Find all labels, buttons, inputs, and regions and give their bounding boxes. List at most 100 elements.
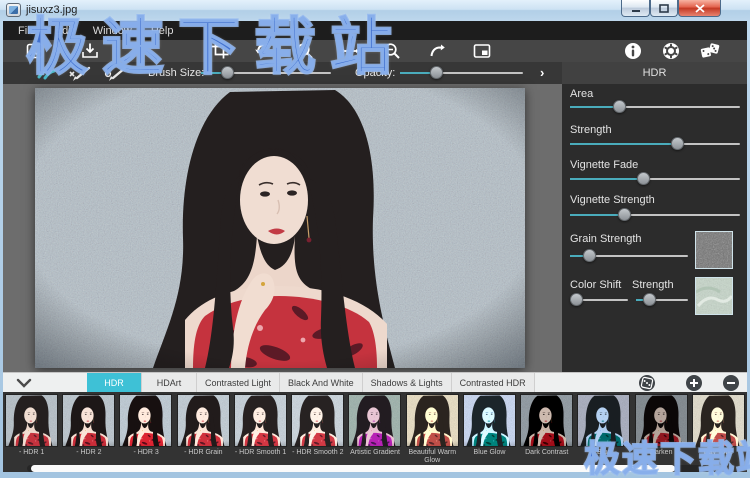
preset-thumbnail[interactable]: [635, 394, 688, 447]
tab-hdart[interactable]: HDArt: [142, 373, 197, 393]
tab-shadows-lights[interactable]: Shadows & Lights: [363, 373, 452, 393]
settings-gear-icon[interactable]: [661, 41, 681, 61]
zoom-in-icon[interactable]: [295, 41, 315, 61]
slider-thumb[interactable]: [643, 293, 656, 306]
panel-header: HDR: [562, 62, 747, 84]
minimize-button[interactable]: [621, 0, 650, 17]
rotate-right-icon[interactable]: [427, 41, 447, 61]
preset-label: - HDR Grain: [175, 449, 232, 457]
preset-thumbnail[interactable]: [291, 394, 344, 447]
zoom-in-presets-icon[interactable]: [686, 375, 702, 391]
menu-item-edit[interactable]: Edit: [55, 25, 74, 37]
grain-texture-preview[interactable]: [695, 231, 733, 269]
preset-label: - HDR 3: [117, 449, 174, 457]
vignette-strength-slider[interactable]: [570, 208, 740, 222]
color-shift-slider[interactable]: [570, 293, 628, 307]
color-shift-label: Color Shift: [570, 279, 621, 291]
slider-thumb[interactable]: [613, 100, 626, 113]
slider-label: Grain Strength: [570, 233, 642, 245]
preset-thumbnail[interactable]: [406, 394, 459, 447]
preset-thumbnail[interactable]: [5, 394, 58, 447]
slider-thumb[interactable]: [671, 137, 684, 150]
preset-thumbnail[interactable]: [62, 394, 115, 447]
smart-brush-icon[interactable]: [103, 64, 129, 82]
preset-item[interactable]: - HDR 3: [117, 392, 174, 462]
preset-label: Beautiful Warm Glow: [404, 449, 461, 465]
preset-thumbnail[interactable]: [520, 394, 573, 447]
preset-item[interactable]: Beautiful Warm Glow: [404, 392, 461, 462]
menu-item-window[interactable]: Window: [93, 25, 132, 37]
preset-thumbnail[interactable]: [692, 394, 745, 447]
menu-item-file[interactable]: File: [18, 25, 36, 37]
crop-icon[interactable]: [210, 41, 230, 61]
move-icon[interactable]: [340, 41, 360, 61]
preset-thumbnail[interactable]: [348, 394, 401, 447]
close-button[interactable]: [678, 0, 721, 17]
preset-item[interactable]: - HDR Smooth 1: [232, 392, 289, 462]
zoom-out-icon[interactable]: [382, 41, 402, 61]
random-dice-icon[interactable]: [700, 41, 720, 61]
preset-thumbnail[interactable]: [463, 394, 516, 447]
preset-item[interactable]: - HDR Smooth 2: [289, 392, 346, 462]
slider-thumb[interactable]: [570, 293, 583, 306]
color-shift-texture-preview[interactable]: [695, 277, 733, 315]
preset-item[interactable]: Blue Glow: [461, 392, 518, 462]
slider-thumb[interactable]: [430, 66, 443, 79]
vignette-fade-slider[interactable]: [570, 172, 740, 186]
preset-thumbnail[interactable]: [119, 394, 172, 447]
info-icon[interactable]: [623, 41, 643, 61]
preset-label: - HDR Smooth 2: [289, 449, 346, 457]
brush-toolbar: Brush Size: Opacity: ›: [3, 62, 562, 84]
rotate-left-icon[interactable]: [253, 41, 273, 61]
brush-size-label: Brush Size:: [148, 67, 204, 79]
maximize-button[interactable]: [650, 0, 678, 17]
tab-contrasted-light[interactable]: Contrasted Light: [197, 373, 280, 393]
preset-thumbnail[interactable]: [234, 394, 287, 447]
canvas-workspace: [3, 84, 562, 372]
color-shift-strength-slider[interactable]: [636, 293, 688, 307]
slider-fill: [570, 214, 624, 216]
random-preset-icon[interactable]: [639, 375, 655, 391]
preset-label: Blue: [575, 449, 632, 457]
preset-item[interactable]: - HDR 2: [60, 392, 117, 462]
chevron-right-icon[interactable]: ›: [540, 65, 544, 80]
preset-item[interactable]: Dark Contrast: [518, 392, 575, 462]
horizontal-scrollbar-thumb[interactable]: [31, 465, 675, 472]
preset-label: Blue Glow: [461, 449, 518, 457]
strength-slider[interactable]: [570, 137, 740, 151]
preset-item[interactable]: Darken: [633, 392, 690, 462]
area-slider[interactable]: [570, 100, 740, 114]
tab-contrasted-hdr[interactable]: Contrasted HDR: [452, 373, 535, 393]
main-photo[interactable]: [35, 88, 525, 368]
preset-label: Darken: [633, 449, 690, 457]
preset-label: - HDR 2: [60, 449, 117, 457]
preset-thumbnail[interactable]: [177, 394, 230, 447]
erase-brush-icon[interactable]: [67, 64, 93, 82]
color-shift-strength-label: Strength: [632, 279, 674, 291]
preset-label: - HDR 1: [3, 449, 60, 457]
preset-thumbnail[interactable]: [577, 394, 630, 447]
slider-thumb[interactable]: [637, 172, 650, 185]
menu-item-help[interactable]: Help: [151, 25, 174, 37]
tab-hdr[interactable]: HDR: [87, 373, 142, 393]
tab-black-and-white[interactable]: Black And White: [280, 373, 363, 393]
preset-item[interactable]: - HDR 1: [3, 392, 60, 462]
brush-size-slider[interactable]: [201, 66, 331, 80]
open-image-icon[interactable]: [25, 41, 45, 61]
import-image-icon[interactable]: [80, 41, 100, 61]
slider-thumb[interactable]: [618, 208, 631, 221]
opacity-slider[interactable]: [400, 66, 523, 80]
adjustments-panel: Area Strength Vignette Fade Vignette Str…: [562, 84, 747, 372]
preset-item[interactable]: Artistic Gradient: [346, 392, 403, 462]
slider-thumb[interactable]: [583, 249, 596, 262]
slider-thumb[interactable]: [221, 66, 234, 79]
preset-item[interactable]: Blue: [575, 392, 632, 462]
preset-item[interactable]: - HDR Grain: [175, 392, 232, 462]
grain-strength-slider[interactable]: [570, 249, 688, 263]
paint-brush-icon[interactable]: [33, 64, 59, 82]
zoom-out-presets-icon[interactable]: [723, 375, 739, 391]
window-content: FileEditWindowHelp Brush Size: Op: [3, 21, 747, 472]
preset-item[interactable]: Day Tone: [690, 392, 747, 462]
collapse-strip-button[interactable]: [13, 376, 35, 390]
compare-icon[interactable]: [472, 41, 492, 61]
